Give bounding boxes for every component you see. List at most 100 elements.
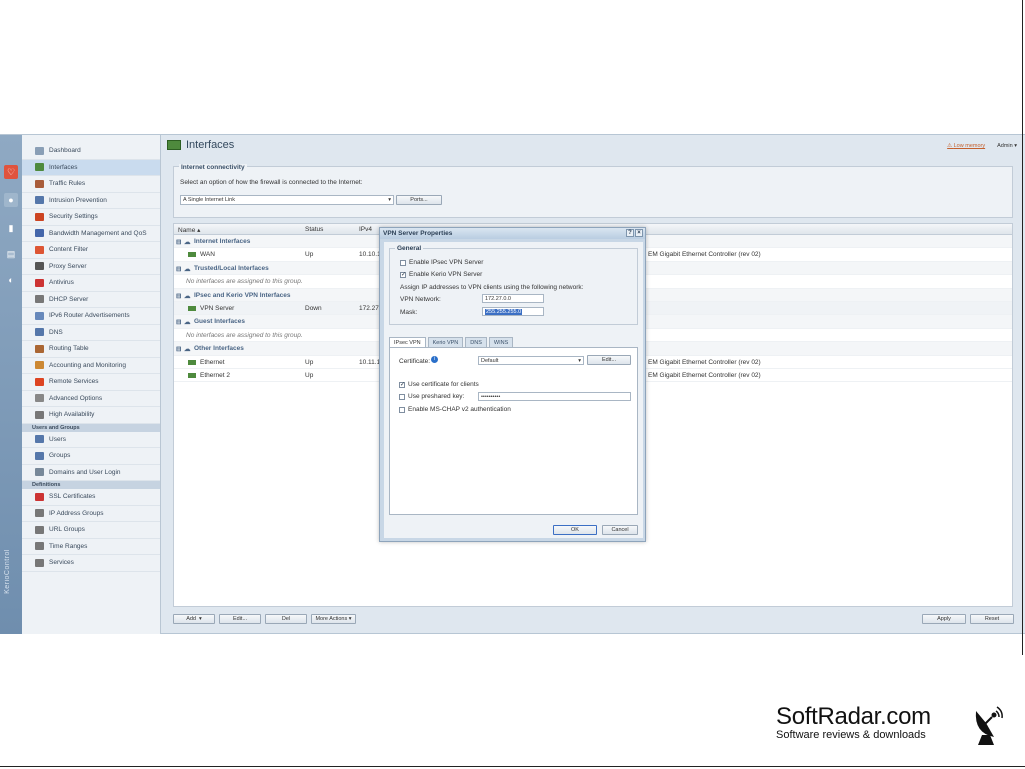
psk-input[interactable]: •••••••••• [478, 392, 631, 401]
section-users-groups: Users and Groups [22, 423, 160, 432]
sidebar-item-label: Security Settings [49, 213, 98, 221]
sidebar-item[interactable]: Intrusion Prevention [22, 193, 160, 209]
dialog-title: VPN Server Properties [383, 230, 453, 237]
sidebar-item-label: Interfaces [49, 163, 78, 171]
edit-button[interactable]: Edit... [219, 614, 261, 624]
low-memory-link[interactable]: ⚠ Low memory [947, 143, 985, 149]
sidebar-item[interactable]: Antivirus [22, 275, 160, 292]
vpn-network-input[interactable]: 172.27.0.0 [482, 294, 544, 303]
info-icon[interactable]: i [431, 356, 438, 363]
moon-icon[interactable]: ◐ [4, 273, 18, 287]
certificate-select[interactable]: Default ▾ [478, 356, 584, 365]
col-status[interactable]: Status [305, 226, 323, 233]
sidebar-item-icon [35, 542, 44, 551]
dialog-tabs: IPsec VPN Kerio VPN DNS WINS [389, 337, 514, 347]
connectivity-select[interactable]: A Single Internet Link ▾ [180, 195, 394, 205]
col-name[interactable]: Name ▴ [178, 226, 200, 234]
group-icon: ☁ [184, 239, 191, 246]
sidebar-item-label: DHCP Server [49, 295, 89, 303]
tab-ipsec-vpn[interactable]: IPsec VPN [389, 337, 426, 347]
mschap-checkbox[interactable]: Enable MS-CHAP v2 authentication [399, 406, 511, 413]
sidebar-item-icon [35, 525, 44, 534]
sidebar-item[interactable]: Services [22, 555, 160, 572]
sidebar-item-label: Domains and User Login [49, 468, 121, 476]
sidebar-item[interactable]: Accounting and Monitoring [22, 358, 160, 374]
tab-kerio-vpn[interactable]: Kerio VPN [427, 337, 464, 347]
log-icon[interactable]: ▤ [4, 247, 18, 261]
sidebar-item[interactable]: Time Ranges [22, 539, 160, 555]
sidebar-item-icon [35, 435, 44, 444]
bottom-toolbar: Add ▾ Edit... Del More Actions ▾ Apply R… [162, 608, 1025, 634]
sidebar-item-icon [35, 377, 44, 386]
sidebar-item[interactable]: Bandwidth Management and QoS [22, 226, 160, 242]
sidebar-item-label: Groups [49, 452, 71, 460]
expand-icon[interactable]: ⊟ [176, 345, 181, 353]
globe-icon[interactable]: ● [4, 193, 18, 207]
delete-button[interactable]: Del [265, 614, 307, 624]
expand-icon[interactable]: ⊟ [176, 292, 181, 300]
sidebar-item-label: Proxy Server [49, 262, 87, 270]
use-certificate-checkbox[interactable]: ✓ Use certificate for clients [399, 381, 479, 388]
sidebar-item[interactable]: High Availability [22, 407, 160, 424]
sidebar-item[interactable]: Advanced Options [22, 391, 160, 407]
ipsec-tab-panel: Certificate: i Default ▾ Edit... ✓ Use cer… [389, 347, 638, 515]
sidebar: Dashboard Interfaces Traffic Rules Intrusio… [22, 135, 161, 634]
nic-icon [188, 305, 196, 311]
shield-icon[interactable]: ♡ [4, 165, 18, 179]
sidebar-item[interactable]: Interfaces [22, 159, 160, 176]
checkbox-checked-icon: ✓ [399, 381, 406, 388]
sidebar-item[interactable]: SSL Certificates [22, 489, 160, 506]
sidebar-item[interactable]: Dashboard [22, 143, 160, 160]
help-icon[interactable]: ? [626, 229, 634, 237]
sidebar-item[interactable]: DHCP Server [22, 292, 160, 308]
internet-connectivity-group: Internet connectivity Select an option o… [173, 164, 1013, 218]
ok-button[interactable]: OK [553, 525, 597, 535]
sidebar-item[interactable]: Users [22, 432, 160, 448]
close-icon[interactable]: × [635, 229, 643, 237]
cancel-button[interactable]: Cancel [602, 525, 638, 535]
sidebar-item-label: Services [49, 559, 74, 567]
sidebar-item-icon [35, 229, 44, 238]
sidebar-item[interactable]: DNS [22, 325, 160, 341]
sidebar-item[interactable]: Routing Table [22, 341, 160, 358]
sidebar-item[interactable]: URL Groups [22, 522, 160, 539]
add-button[interactable]: Add ▾ [173, 614, 215, 624]
sidebar-item[interactable]: Security Settings [22, 209, 160, 226]
sidebar-item-icon [35, 262, 44, 271]
dialog-body: General Enable IPsec VPN Server ✓ Enable … [384, 242, 643, 538]
mask-input[interactable]: 255.255.255.0 [482, 307, 544, 316]
expand-icon[interactable]: ⊟ [176, 318, 181, 326]
ports-button[interactable]: Ports... [396, 195, 442, 205]
page-title: Interfaces [167, 139, 234, 151]
sidebar-item[interactable]: Traffic Rules [22, 176, 160, 193]
sidebar-item-label: URL Groups [49, 526, 85, 534]
sidebar-item-label: SSL Certificates [49, 493, 96, 501]
tab-wins[interactable]: WINS [488, 337, 514, 347]
enable-kerio-checkbox[interactable]: ✓ Enable Kerio VPN Server [400, 271, 482, 278]
sidebar-item-icon [35, 245, 44, 254]
sidebar-item[interactable]: IP Address Groups [22, 506, 160, 522]
top-right-bar: ⚠ Low memory Admin ▾ [947, 143, 1017, 149]
enable-ipsec-checkbox[interactable]: Enable IPsec VPN Server [400, 259, 483, 266]
col-ipv4[interactable]: IPv4 [359, 226, 372, 233]
sidebar-item-icon [35, 328, 44, 337]
admin-menu[interactable]: Admin ▾ [997, 143, 1017, 149]
apply-button[interactable]: Apply [922, 614, 966, 624]
tab-dns[interactable]: DNS [465, 337, 487, 347]
sidebar-item[interactable]: Domains and User Login [22, 465, 160, 481]
use-psk-checkbox[interactable]: Use preshared key: [399, 393, 464, 400]
sidebar-item[interactable]: Content Filter [22, 242, 160, 259]
expand-icon[interactable]: ⊟ [176, 265, 181, 273]
sidebar-item-label: IP Address Groups [49, 509, 104, 517]
sidebar-item-icon [35, 295, 44, 304]
sidebar-item[interactable]: IPv6 Router Advertisements [22, 308, 160, 325]
sidebar-item[interactable]: Groups [22, 448, 160, 465]
stats-icon[interactable]: ▮ [4, 221, 18, 235]
expand-icon[interactable]: ⊟ [176, 238, 181, 246]
checkbox-empty-icon [399, 406, 405, 413]
sidebar-item[interactable]: Remote Services [22, 374, 160, 391]
more-actions-button[interactable]: More Actions ▾ [311, 614, 356, 624]
certificate-edit-button[interactable]: Edit... [587, 355, 631, 365]
reset-button[interactable]: Reset [970, 614, 1014, 624]
sidebar-item[interactable]: Proxy Server [22, 259, 160, 275]
